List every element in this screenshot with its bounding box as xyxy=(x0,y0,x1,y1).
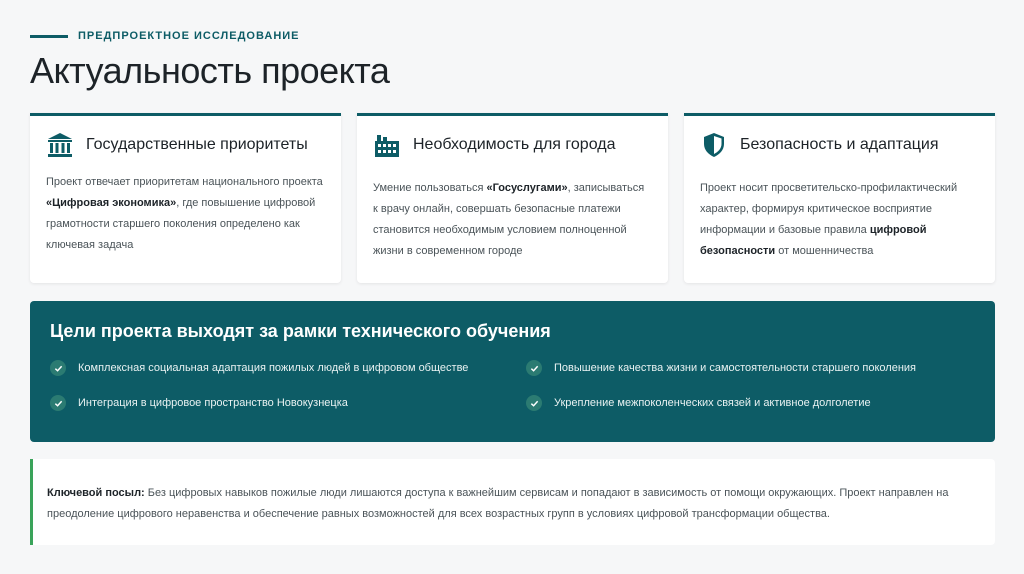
goal-item: Интеграция в цифровое пространство Новок… xyxy=(50,395,526,411)
goal-item: Укрепление межпоколенческих связей и акт… xyxy=(526,395,946,411)
card-title: Государственные приоритеты xyxy=(86,136,308,153)
goals-panel: Цели проекта выходят за рамки техническо… xyxy=(30,301,995,442)
kicker-text: ПРЕДПРОЕКТНОЕ ИССЛЕДОВАНИЕ xyxy=(78,30,300,42)
card-title: Безопасность и адаптация xyxy=(740,136,939,153)
card-title: Необходимость для города xyxy=(413,136,616,153)
cards-row: Государственные приоритеты Проект отвеча… xyxy=(30,113,995,283)
key-message-label: Ключевой посыл: xyxy=(47,487,145,499)
card-header: Необходимость для города xyxy=(373,130,652,160)
kicker-line xyxy=(30,34,68,38)
shield-icon xyxy=(700,131,728,159)
card-header: Государственные приоритеты xyxy=(46,130,325,160)
key-message-text: Без цифровых навыков пожилые люди лишают… xyxy=(47,487,949,520)
card-government-priorities: Государственные приоритеты Проект отвеча… xyxy=(30,113,341,283)
section-kicker: ПРЕДПРОЕКТНОЕ ИССЛЕДОВАНИЕ xyxy=(30,30,300,42)
card-text: Проект отвечает приоритетам национальног… xyxy=(46,176,323,251)
landmark-icon xyxy=(46,131,74,159)
goals-list: Комплексная социальная адаптация пожилых… xyxy=(50,360,975,411)
check-icon xyxy=(50,360,66,376)
goal-item: Комплексная социальная адаптация пожилых… xyxy=(50,360,526,376)
card-city-necessity: Необходимость для города Умение пользова… xyxy=(357,113,668,283)
goal-text: Интеграция в цифровое пространство Новок… xyxy=(78,397,348,409)
check-icon xyxy=(526,395,542,411)
card-text: Проект носит просветительско-профилактич… xyxy=(700,182,958,257)
card-text: Умение пользоваться «Госуслугами», запис… xyxy=(373,182,645,257)
goal-text: Комплексная социальная адаптация пожилых… xyxy=(78,362,469,374)
goal-item: Повышение качества жизни и самостоятельн… xyxy=(526,360,946,376)
page-title: Актуальность проекта xyxy=(30,50,390,91)
check-icon xyxy=(526,360,542,376)
goal-text: Повышение качества жизни и самостоятельн… xyxy=(554,362,917,374)
city-icon xyxy=(373,131,401,159)
key-message: Ключевой посыл: Без цифровых навыков пож… xyxy=(30,459,995,545)
card-security-adaptation: Безопасность и адаптация Проект носит пр… xyxy=(684,113,995,283)
check-icon xyxy=(50,395,66,411)
card-header: Безопасность и адаптация xyxy=(700,130,979,160)
goals-title: Цели проекта выходят за рамки техническо… xyxy=(50,321,551,341)
goal-text: Укрепление межпоколенческих связей и акт… xyxy=(554,397,871,409)
